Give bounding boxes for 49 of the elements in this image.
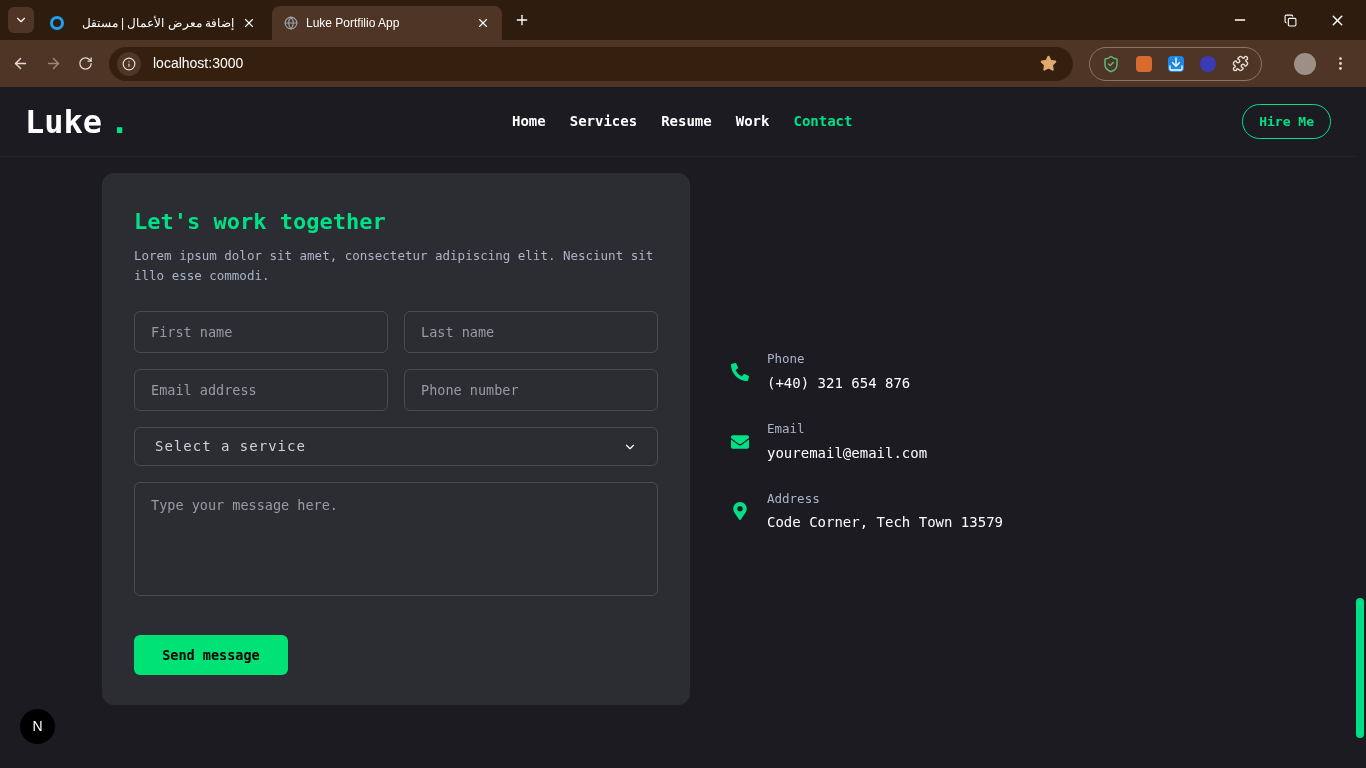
- send-message-button[interactable]: Send message: [134, 635, 288, 675]
- tab-title: إضافة معرض الأعمال | مستقل: [80, 14, 234, 32]
- info-label: Email: [767, 419, 806, 438]
- download-icon[interactable]: [1168, 55, 1184, 72]
- tab-list-button[interactable]: [8, 7, 34, 33]
- shield-icon[interactable]: [1102, 54, 1120, 73]
- extension-icon[interactable]: [1136, 55, 1152, 72]
- back-icon[interactable]: [12, 55, 29, 72]
- nav-link[interactable]: Contact: [793, 111, 853, 132]
- dev-badge[interactable]: N: [20, 709, 55, 744]
- message-field[interactable]: Type your message here.: [134, 482, 658, 596]
- info-label: Address: [767, 489, 821, 508]
- phone-icon: [731, 362, 749, 381]
- text-field[interactable]: Email address: [134, 369, 388, 411]
- info-icon: [117, 51, 141, 76]
- close-icon[interactable]: [476, 16, 490, 30]
- browser-tab[interactable]: إضافة معرض الأعمال | مستقل: [38, 6, 268, 40]
- close-icon[interactable]: [242, 16, 256, 30]
- extensions-icon[interactable]: [1232, 55, 1249, 72]
- nav-link[interactable]: Home: [512, 111, 546, 132]
- nav-link[interactable]: Resume: [661, 111, 712, 132]
- info-value: Code Corner, Tech Town 13579: [767, 513, 1003, 533]
- form-title: Let's work together: [134, 208, 387, 236]
- profile-avatar[interactable]: [1294, 52, 1316, 75]
- logo[interactable]: Luke: [25, 97, 103, 146]
- text-field[interactable]: Phone number: [404, 369, 658, 411]
- text-field[interactable]: First name: [134, 311, 388, 353]
- address-bar[interactable]: localhost:3000: [109, 46, 1073, 81]
- scrollbar-thumb[interactable]: [1356, 598, 1364, 738]
- info-value: youremail@email.com: [767, 443, 928, 463]
- nav-link[interactable]: Work: [735, 111, 770, 132]
- info-value: (+40) 321 654 876: [767, 373, 911, 393]
- tab-title: Luke Portfilio App: [306, 15, 401, 32]
- info-label: Phone: [767, 350, 806, 368]
- reload-icon[interactable]: [78, 56, 93, 71]
- email-icon: [731, 432, 749, 451]
- bookmark-star-icon[interactable]: [1040, 55, 1057, 72]
- url-text: localhost:3000: [153, 54, 245, 73]
- globe-icon: [284, 16, 298, 30]
- browser-tab[interactable]: Luke Portfilio App: [272, 6, 502, 40]
- service-select[interactable]: Select a service: [134, 427, 658, 466]
- nav-link[interactable]: Services: [569, 111, 638, 132]
- restore-icon[interactable]: [1284, 13, 1297, 27]
- ring-icon: [50, 16, 64, 30]
- form-description: Lorem ipsum dolor sit amet, consectetur adipiscing elit. Nesciunt sit illo esse commodi.: [134, 247, 655, 285]
- new-tab-icon[interactable]: [514, 12, 530, 28]
- text-field[interactable]: Last name: [404, 311, 658, 353]
- logo-dot: .: [110, 101, 130, 143]
- location-pin-icon: [731, 502, 749, 521]
